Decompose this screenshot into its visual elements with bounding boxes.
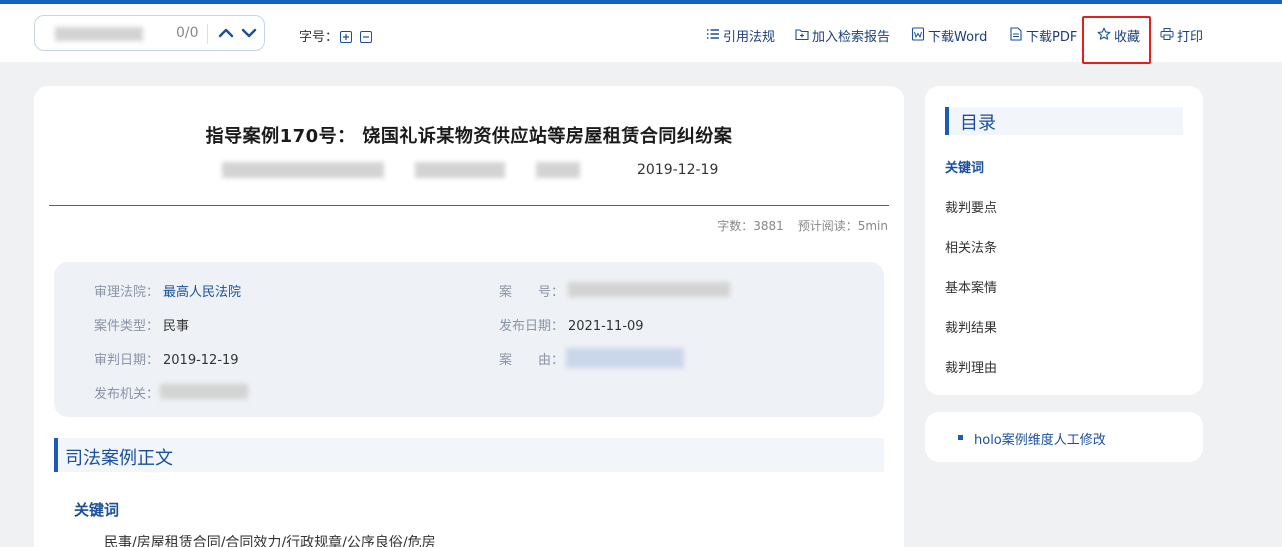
cite-law-label: 引用法规	[723, 30, 776, 45]
add-to-report-button[interactable]: 加入检索报告	[795, 26, 893, 46]
printer-icon	[1160, 28, 1174, 40]
search-next-button[interactable]	[238, 21, 260, 45]
section-accent-bar	[54, 438, 58, 472]
folder-plus-icon	[795, 29, 809, 41]
bullet-icon	[958, 435, 963, 440]
trial-date-value: 2019-12-19	[163, 353, 239, 368]
cause-field: 案 由：	[499, 349, 564, 368]
print-label: 打印	[1177, 30, 1204, 45]
case-info-panel: 审理法院： 最高人民法院 案 号： 案件类型： 民事 发布日期： 2021-11-09…	[54, 262, 884, 417]
word-count: 字数：3881	[717, 219, 784, 233]
chevron-down-icon	[241, 28, 257, 38]
toc-item-judgment-result[interactable]: 裁判结果	[945, 317, 997, 336]
download-word-label: 下载Word	[928, 30, 988, 45]
note-card: holo案例维度人工修改	[925, 412, 1203, 462]
redacted-source-text	[536, 162, 580, 178]
toc-item-related-laws[interactable]: 相关法条	[945, 237, 997, 256]
add-to-report-label: 加入检索报告	[812, 30, 891, 45]
word-file-icon	[911, 27, 925, 41]
chevron-up-icon	[218, 28, 234, 38]
toc-item-judgment-reasons[interactable]: 裁判理由	[945, 357, 997, 376]
trial-date-label: 审判日期：	[94, 353, 160, 368]
redacted-cause-link[interactable]	[566, 348, 684, 368]
redacted-source-text	[222, 162, 384, 178]
section-title: 司法案例正文	[65, 448, 173, 469]
table-of-contents: 目录 关键词 裁判要点 相关法条 基本案情 裁判结果 裁判理由	[925, 86, 1203, 395]
publish-date-label: 发布日期：	[499, 319, 565, 334]
font-decrease-button[interactable]	[360, 28, 372, 43]
cause-label: 案 由：	[499, 353, 565, 368]
pdf-file-icon	[1010, 27, 1022, 41]
reading-meta: 字数：3881 预计阅读：5min	[703, 217, 888, 234]
section-header: 司法案例正文	[54, 438, 884, 472]
favorite-highlight-box	[1082, 16, 1151, 64]
case-number-label: 案 号：	[499, 285, 565, 300]
search-divider	[207, 24, 208, 44]
publish-date-value: 2021-11-09	[568, 319, 644, 334]
case-type-label: 案件类型：	[94, 319, 160, 334]
keywords-text: 民事/房屋租赁合同/合同效力/行政规章/公序良俗/危房	[104, 535, 436, 547]
redacted-source-text	[415, 162, 505, 178]
case-number-field: 案 号：	[499, 281, 564, 300]
redacted-case-number	[568, 282, 730, 297]
redacted-issuer	[160, 384, 248, 399]
toc-title: 目录	[960, 113, 996, 134]
document-card: 指导案例170号： 饶国礼诉某物资供应站等房屋租赁合同纠纷案 2019-12-1…	[34, 86, 904, 547]
note-link[interactable]: holo案例维度人工修改	[974, 429, 1106, 448]
redacted-search-text	[55, 27, 143, 41]
minus-square-icon	[360, 31, 372, 43]
document-title: 指导案例170号： 饶国礼诉某物资供应站等房屋租赁合同纠纷案	[205, 126, 733, 147]
estimated-read-time: 预计阅读：5min	[797, 219, 888, 233]
cite-law-button[interactable]: 引用法规	[706, 26, 778, 46]
search-prev-button[interactable]	[215, 21, 237, 45]
toc-accent-bar	[945, 107, 949, 135]
court-field: 审理法院： 最高人民法院	[94, 281, 241, 300]
toc-item-basic-facts[interactable]: 基本案情	[945, 277, 997, 296]
issuer-field: 发布机关：	[94, 383, 159, 402]
toc-item-judgment-points[interactable]: 裁判要点	[945, 197, 997, 216]
download-word-button[interactable]: 下载Word	[911, 26, 991, 46]
download-pdf-label: 下载PDF	[1026, 30, 1078, 45]
font-size-label: 字号：	[299, 30, 339, 45]
case-type-field: 案件类型： 民事	[94, 315, 189, 334]
publish-date-field: 发布日期： 2021-11-09	[499, 315, 644, 334]
toc-item-keywords[interactable]: 关键词	[945, 157, 984, 176]
in-document-search: 0/0	[34, 15, 265, 51]
list-icon	[707, 29, 719, 39]
keywords-heading: 关键词	[74, 501, 120, 519]
plus-square-icon	[340, 31, 352, 43]
search-result-count: 0/0	[176, 25, 199, 41]
title-divider	[49, 205, 889, 206]
document-date: 2019-12-19	[637, 162, 719, 178]
court-label: 审理法院：	[94, 285, 160, 300]
court-link[interactable]: 最高人民法院	[163, 285, 241, 300]
toc-header: 目录	[945, 107, 1183, 135]
font-increase-button[interactable]	[340, 28, 352, 43]
issuer-label: 发布机关：	[94, 387, 160, 402]
print-button[interactable]: 打印	[1160, 26, 1206, 46]
case-type-value: 民事	[163, 319, 190, 334]
download-pdf-button[interactable]: 下载PDF	[1009, 26, 1079, 46]
trial-date-field: 审判日期： 2019-12-19	[94, 349, 239, 368]
